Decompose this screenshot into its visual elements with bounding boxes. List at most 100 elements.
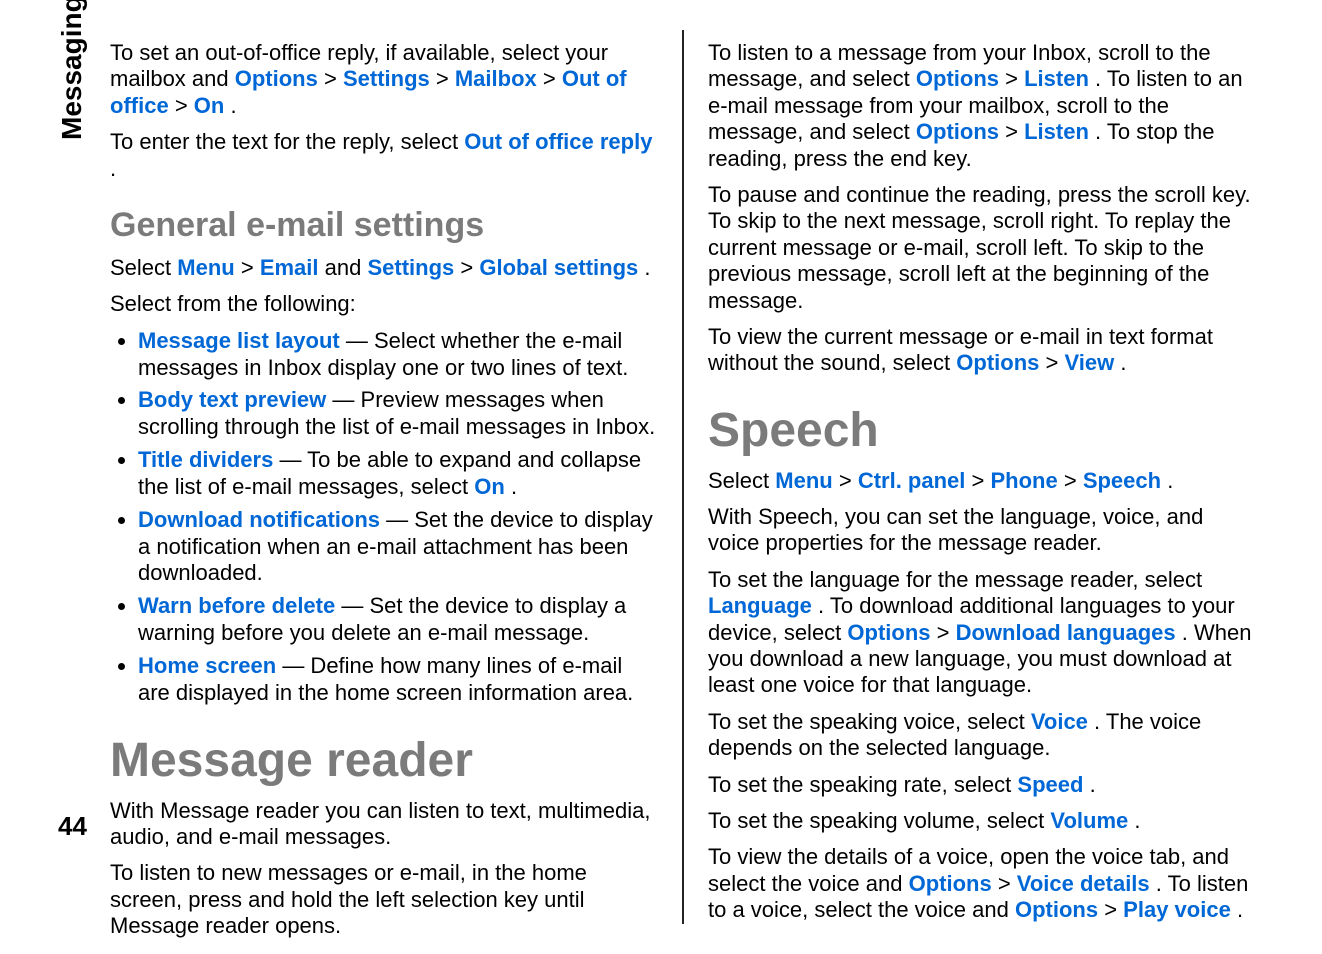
menu-path-item: Menu [177, 255, 234, 280]
text: . [1134, 808, 1140, 833]
text: and [325, 255, 368, 280]
section-tab-label: Messaging [56, 0, 88, 140]
menu-path-item: Volume [1050, 808, 1128, 833]
path-separator: > [324, 66, 343, 91]
menu-path-item: Listen [1024, 119, 1089, 144]
paragraph: To view the details of a voice, open the… [708, 844, 1256, 923]
path-separator: > [241, 255, 260, 280]
list-item: Title dividers — To be able to expand an… [138, 447, 658, 501]
menu-path-item: Options [916, 66, 999, 91]
menu-path-item: Voice details [1017, 871, 1150, 896]
menu-path-item: Language [708, 593, 812, 618]
list-item: Body text preview — Preview messages whe… [138, 387, 658, 441]
path-separator: > [175, 93, 194, 118]
menu-path-item: Ctrl. panel [858, 468, 966, 493]
menu-path-item: Phone [990, 468, 1057, 493]
text: To set the language for the message read… [708, 567, 1202, 592]
option-name: Download notifications [138, 507, 380, 532]
text: . [1120, 350, 1126, 375]
paragraph: To set the language for the message read… [708, 567, 1256, 699]
menu-path-item: Speech [1083, 468, 1161, 493]
menu-path-item: Settings [343, 66, 430, 91]
text: . [110, 156, 116, 181]
path-separator: > [1104, 897, 1123, 922]
menu-path-item: Options [235, 66, 318, 91]
page-number: 44 [58, 811, 87, 842]
menu-path-item: Email [260, 255, 319, 280]
path-separator: > [436, 66, 455, 91]
text: . [230, 93, 236, 118]
path-separator: > [1005, 119, 1024, 144]
option-desc: . [511, 474, 517, 499]
option-name: Title dividers [138, 447, 273, 472]
menu-path-item: Mailbox [455, 66, 537, 91]
menu-path-item: View [1064, 350, 1114, 375]
paragraph: Select from the following: [110, 291, 658, 317]
menu-path-item: Voice [1031, 709, 1088, 734]
menu-path-item: Download languages [956, 620, 1176, 645]
paragraph: To view the current message or e-mail in… [708, 324, 1256, 377]
heading-speech: Speech [708, 403, 1256, 458]
list-item: Home screen — Define how many lines of e… [138, 653, 658, 707]
menu-path-item: Options [916, 119, 999, 144]
menu-path-item: Speed [1017, 772, 1083, 797]
paragraph: To set the speaking volume, select Volum… [708, 808, 1256, 834]
text: Select [708, 468, 775, 493]
content-columns: To set an out-of-office reply, if availa… [86, 30, 1272, 924]
list-item: Message list layout — Select whether the… [138, 328, 658, 382]
paragraph: To set an out-of-office reply, if availa… [110, 40, 658, 119]
menu-path-item: Options [847, 620, 930, 645]
paragraph: With Speech, you can set the language, v… [708, 504, 1256, 557]
text: . [1237, 897, 1243, 922]
paragraph: To set the speaking rate, select Speed . [708, 772, 1256, 798]
list-item: Download notifications — Set the device … [138, 507, 658, 587]
path-separator: > [1005, 66, 1024, 91]
menu-path-item: Options [909, 871, 992, 896]
right-column: To listen to a message from your Inbox, … [684, 30, 1272, 924]
option-value: On [474, 474, 505, 499]
left-column: To set an out-of-office reply, if availa… [86, 30, 684, 924]
paragraph: To set the speaking voice, select Voice … [708, 709, 1256, 762]
heading-general-email-settings: General e-mail settings [110, 206, 658, 245]
menu-path-item: Play voice [1123, 897, 1231, 922]
option-name: Warn before delete [138, 593, 335, 618]
text: . [1090, 772, 1096, 797]
path-separator: > [460, 255, 479, 280]
menu-path-item: Menu [775, 468, 832, 493]
text: Select [110, 255, 177, 280]
heading-message-reader: Message reader [110, 733, 658, 788]
menu-path-item: Listen [1024, 66, 1089, 91]
path-separator: > [1064, 468, 1083, 493]
text: To set the speaking rate, select [708, 772, 1017, 797]
text: To set the speaking volume, select [708, 808, 1050, 833]
path-separator: > [972, 468, 991, 493]
options-list: Message list layout — Select whether the… [110, 328, 658, 707]
path-separator: > [937, 620, 956, 645]
document-page: Messaging 44 To set an out-of-office rep… [0, 0, 1322, 954]
paragraph: To listen to new messages or e-mail, in … [110, 860, 658, 939]
menu-path-item: On [194, 93, 225, 118]
text: . [1167, 468, 1173, 493]
paragraph: To listen to a message from your Inbox, … [708, 40, 1256, 172]
menu-path-item: Out of office reply [464, 129, 652, 154]
paragraph: To enter the text for the reply, select … [110, 129, 658, 182]
option-name: Message list layout [138, 328, 340, 353]
menu-path-item: Options [1015, 897, 1098, 922]
list-item: Warn before delete — Set the device to d… [138, 593, 658, 647]
path-separator: > [998, 871, 1017, 896]
paragraph: Select Menu > Ctrl. panel > Phone > Spee… [708, 468, 1256, 494]
paragraph: To pause and continue the reading, press… [708, 182, 1256, 314]
side-column: Messaging 44 [30, 30, 86, 924]
menu-path-item: Global settings [479, 255, 638, 280]
paragraph: Select Menu > Email and Settings > Globa… [110, 255, 658, 281]
text: To set the speaking voice, select [708, 709, 1031, 734]
path-separator: > [1046, 350, 1065, 375]
path-separator: > [839, 468, 858, 493]
option-name: Body text preview [138, 387, 326, 412]
menu-path-item: Options [956, 350, 1039, 375]
menu-path-item: Settings [367, 255, 454, 280]
paragraph: With Message reader you can listen to te… [110, 798, 658, 851]
option-name: Home screen [138, 653, 276, 678]
text: To enter the text for the reply, select [110, 129, 464, 154]
path-separator: > [543, 66, 562, 91]
